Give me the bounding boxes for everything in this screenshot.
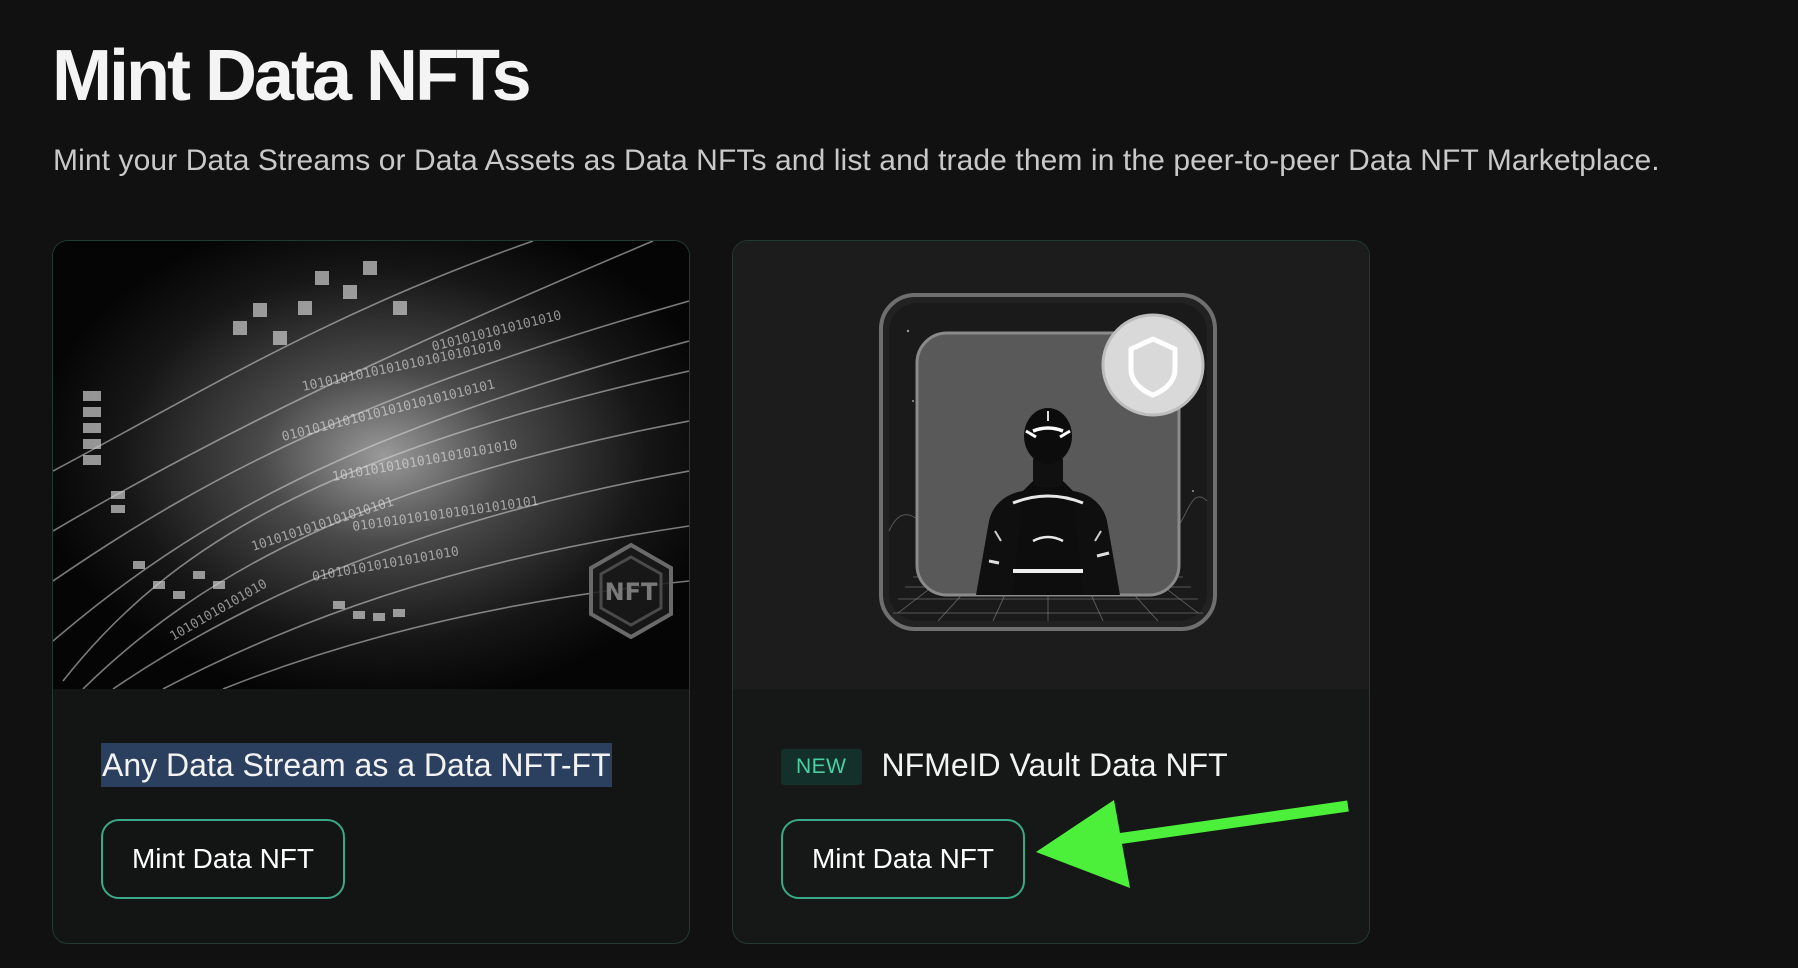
data-nft-ft-card: 10101010101010101010101010 0101010101010… [52, 240, 690, 944]
shield-icon [1101, 313, 1205, 417]
nfmeid-vault-avatar-artwork [733, 241, 1369, 689]
data-stream-nft-artwork: 10101010101010101010101010 0101010101010… [53, 241, 689, 689]
new-badge: NEW [781, 749, 862, 785]
card-title: NFMeID Vault Data NFT [881, 747, 1228, 783]
card-title: Any Data Stream as a Data NFT-FT [101, 743, 612, 787]
nfmeid-vault-card: NEW NFMeID Vault Data NFT Mint Data NFT [732, 240, 1370, 944]
nft-hexagon-icon: NFT [589, 542, 673, 640]
mint-data-nft-button[interactable]: Mint Data NFT [781, 819, 1025, 899]
mint-data-nft-button[interactable]: Mint Data NFT [101, 819, 345, 899]
page-subtitle: Mint your Data Streams or Data Assets as… [53, 144, 1660, 177]
page-title: Mint Data NFTs [52, 36, 532, 116]
svg-text:NFT: NFT [605, 578, 658, 606]
